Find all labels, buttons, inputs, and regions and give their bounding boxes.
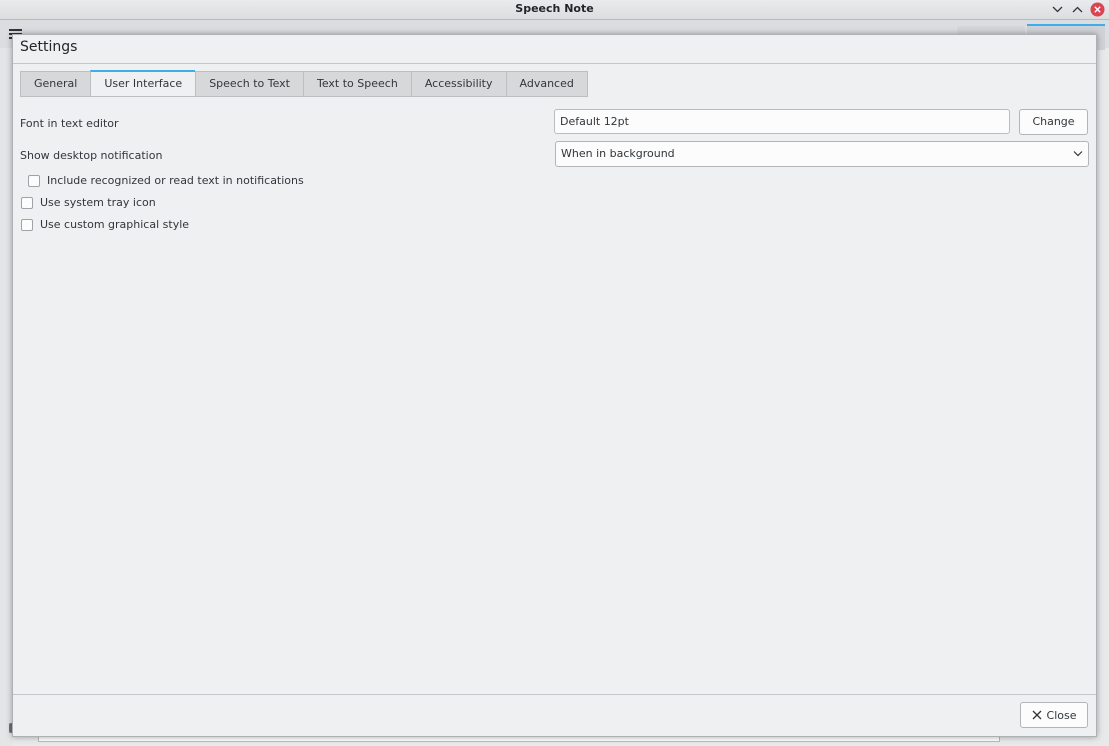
chevron-down-icon <box>1073 151 1083 157</box>
include-text-checkbox-row[interactable]: Include recognized or read text in notif… <box>28 174 304 187</box>
settings-tabs: General User Interface Speech to Text Te… <box>20 70 588 97</box>
maximize-button[interactable] <box>1070 2 1085 17</box>
tab-accessibility[interactable]: Accessibility <box>410 71 506 97</box>
tab-speech-to-text[interactable]: Speech to Text <box>195 71 303 97</box>
window-titlebar: Speech Note <box>0 0 1109 20</box>
close-button[interactable]: Close <box>1020 702 1088 728</box>
window-close-button[interactable] <box>1090 2 1105 17</box>
system-tray-label: Use system tray icon <box>40 196 156 209</box>
divider <box>13 63 1096 64</box>
include-text-checkbox[interactable] <box>28 174 40 187</box>
custom-style-label: Use custom graphical style <box>40 218 190 231</box>
notification-label: Show desktop notification <box>20 149 163 162</box>
custom-style-checkbox[interactable] <box>21 218 33 231</box>
tab-user-interface[interactable]: User Interface <box>90 70 196 97</box>
window-title: Speech Note <box>515 2 594 15</box>
close-circle-icon <box>1090 2 1105 17</box>
settings-dialog: Settings General User Interface Speech t… <box>12 34 1097 737</box>
system-tray-checkbox-row[interactable]: Use system tray icon <box>21 196 156 209</box>
font-field[interactable]: Default 12pt <box>554 109 1010 134</box>
custom-style-checkbox-row[interactable]: Use custom graphical style <box>21 218 189 231</box>
divider <box>13 694 1096 695</box>
system-tray-checkbox[interactable] <box>21 196 33 209</box>
notification-select[interactable]: When in background <box>555 141 1089 167</box>
minimize-button[interactable] <box>1050 2 1065 17</box>
notification-select-value: When in background <box>561 147 675 160</box>
chevron-up-icon <box>1072 6 1083 13</box>
dialog-title: Settings <box>20 39 78 55</box>
tab-text-to-speech[interactable]: Text to Speech <box>303 71 411 97</box>
tab-advanced[interactable]: Advanced <box>505 71 588 97</box>
chevron-down-icon <box>1052 6 1063 13</box>
change-font-button[interactable]: Change <box>1019 109 1088 135</box>
tab-general[interactable]: General <box>20 71 91 97</box>
include-text-label: Include recognized or read text in notif… <box>47 174 304 187</box>
close-icon <box>1032 710 1041 720</box>
font-label: Font in text editor <box>20 117 119 130</box>
close-button-label: Close <box>1046 708 1077 722</box>
